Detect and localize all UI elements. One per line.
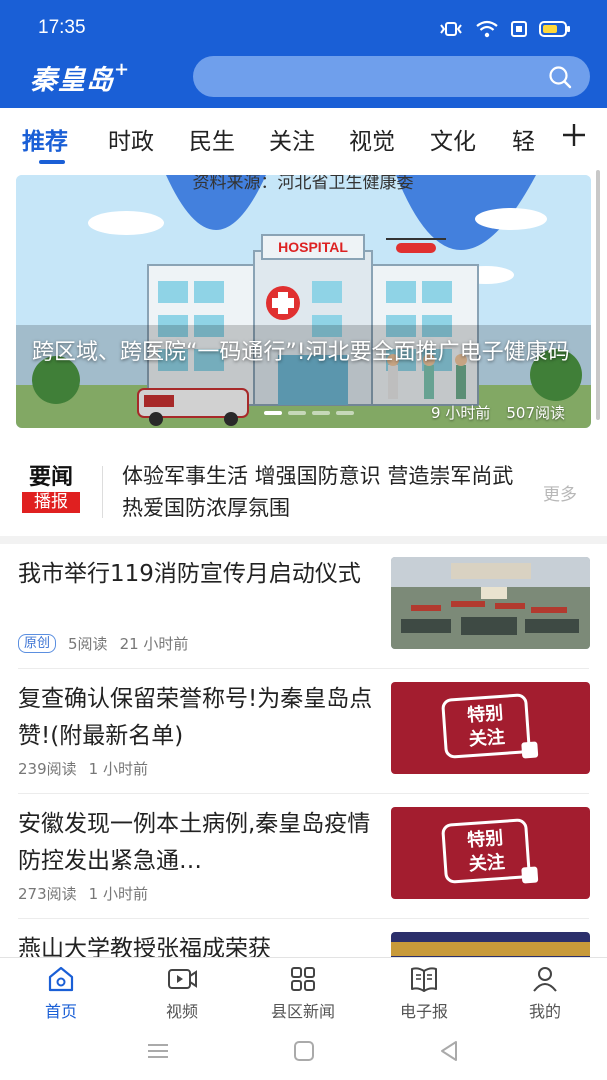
tab-livelihood[interactable]: 民生: [189, 122, 235, 156]
status-bar: 17:35: [0, 0, 607, 54]
nav-label: 我的: [528, 1002, 561, 1021]
news-time: 21 小时前: [119, 635, 189, 653]
news-reads: 273阅读: [18, 885, 77, 903]
tab-light[interactable]: 轻: [512, 122, 535, 156]
carousel-dot: [312, 411, 330, 415]
tab-culture[interactable]: 文化: [430, 122, 476, 156]
logo-plus: +: [114, 59, 131, 80]
brief-logo-bottom: 播报: [22, 492, 80, 513]
menu-icon[interactable]: [146, 1041, 170, 1061]
svg-text:HOSPITAL: HOSPITAL: [278, 239, 348, 255]
more-link[interactable]: 更多: [543, 480, 577, 505]
carousel-dot: [288, 411, 306, 415]
news-brief[interactable]: 要闻 播报 体验军事生活 增强国防意识 营造崇军尚武热爱国防浓厚氛围: [0, 444, 607, 536]
search-bar[interactable]: [193, 56, 590, 99]
news-item[interactable]: 我市举行119消防宣传月启动仪式 原创 5阅读 21 小时前: [0, 544, 607, 669]
add-tab-icon[interactable]: [561, 122, 587, 148]
nav-video[interactable]: 视频: [132, 964, 232, 1022]
battery-icon: [539, 21, 570, 37]
original-badge: 原创: [18, 634, 57, 653]
news-reads: 5阅读: [68, 635, 108, 653]
news-item[interactable]: 复查确认保留荣誉称号!为秦皇岛点赞!(附最新名单) 239阅读 1 小时前 特别…: [0, 669, 607, 794]
tab-politics[interactable]: 时政: [108, 122, 154, 156]
banner-title[interactable]: 跨区域、跨医院“一码通行”!河北要全面推广电子健康码: [32, 337, 580, 369]
news-title[interactable]: 安徽发现一例本土病例,秦皇岛疫情防控发出紧急通…: [18, 806, 373, 880]
news-title[interactable]: 复查确认保留荣誉称号!为秦皇岛点赞!(附最新名单): [18, 681, 373, 755]
news-thumbnail[interactable]: [391, 557, 590, 649]
newspaper-icon: [411, 967, 437, 992]
news-meta: 239阅读 1 小时前: [18, 758, 148, 779]
divider: [102, 466, 103, 518]
special-tag-line2: 关注: [468, 726, 506, 751]
bottom-navigation: 首页 视频 县区新闻 电子报 我的: [0, 957, 607, 1026]
brief-logo: 要闻 播报: [22, 464, 80, 513]
app-header: 17:35 秦皇岛+: [0, 0, 607, 108]
system-navigation-bar: [0, 1025, 607, 1080]
home-button-icon[interactable]: [292, 1040, 316, 1062]
nav-label: 县区新闻: [270, 1002, 335, 1021]
banner-reads: 507阅读: [506, 404, 565, 422]
news-thumbnail[interactable]: 特别 关注: [391, 682, 590, 774]
search-input[interactable]: [211, 56, 535, 99]
nav-label: 电子报: [399, 1002, 448, 1021]
brief-headline[interactable]: 体验军事生活 增强国防意识 营造崇军尚武热爱国防浓厚氛围: [122, 460, 522, 524]
status-icons: [438, 16, 571, 42]
nav-label: 首页: [44, 1002, 77, 1021]
hospital-sign: HOSPITAL: [278, 239, 348, 255]
news-meta: 273阅读 1 小时前: [18, 883, 148, 904]
search-icon[interactable]: [548, 65, 572, 89]
status-time: 17:35: [38, 17, 86, 38]
category-tabs: 推荐 时政 民生 关注 视觉 文化 轻: [0, 108, 607, 168]
banner-time: 9 小时前: [431, 404, 491, 422]
active-tab-indicator: [39, 160, 65, 164]
special-tag-line2: 关注: [468, 851, 506, 876]
app-logo: 秦皇岛+: [30, 58, 130, 98]
logo-text: 秦皇岛: [30, 65, 114, 96]
news-title[interactable]: 我市举行119消防宣传月启动仪式: [18, 556, 373, 593]
special-focus-tag: 特别 关注: [441, 693, 531, 759]
banner-meta: 9 小时前 507阅读: [431, 402, 565, 423]
special-focus-tag: 特别 关注: [441, 818, 531, 884]
back-icon[interactable]: [437, 1040, 461, 1062]
wifi-icon: [476, 20, 498, 38]
scrollbar[interactable]: [596, 170, 600, 420]
carousel-indicator: [264, 411, 354, 415]
news-reads: 239阅读: [18, 760, 77, 778]
ceremony-photo: [391, 557, 590, 649]
nav-home[interactable]: 首页: [11, 964, 111, 1022]
featured-banner[interactable]: 资料来源：河北省卫生健康委 HOSPITAL 跨区域、跨医院“一码通行”!河北要…: [16, 175, 591, 428]
video-icon: [168, 969, 197, 989]
nav-profile[interactable]: 我的: [495, 964, 595, 1022]
news-meta: 原创 5阅读 21 小时前: [18, 633, 188, 654]
tab-recommend[interactable]: 推荐: [22, 122, 68, 156]
tab-focus[interactable]: 关注: [269, 122, 315, 156]
carousel-dot: [264, 411, 282, 415]
sim-icon: [511, 21, 527, 37]
brief-logo-top: 要闻: [28, 464, 73, 490]
carousel-dot: [336, 411, 354, 415]
tab-visual[interactable]: 视觉: [349, 122, 395, 156]
section-separator: [0, 536, 607, 544]
home-icon: [48, 966, 74, 992]
nav-county-news[interactable]: 县区新闻: [253, 964, 353, 1022]
nav-label: 视频: [165, 1002, 198, 1021]
user-icon: [533, 967, 557, 992]
grid-icon: [291, 967, 315, 991]
nav-e-paper[interactable]: 电子报: [374, 964, 474, 1022]
news-item[interactable]: 安徽发现一例本土病例,秦皇岛疫情防控发出紧急通… 273阅读 1 小时前 特别 …: [0, 794, 607, 919]
news-time: 1 小时前: [88, 760, 148, 778]
news-thumbnail[interactable]: 特别 关注: [391, 807, 590, 899]
vibrate-icon: [440, 22, 462, 36]
news-time: 1 小时前: [88, 885, 148, 903]
